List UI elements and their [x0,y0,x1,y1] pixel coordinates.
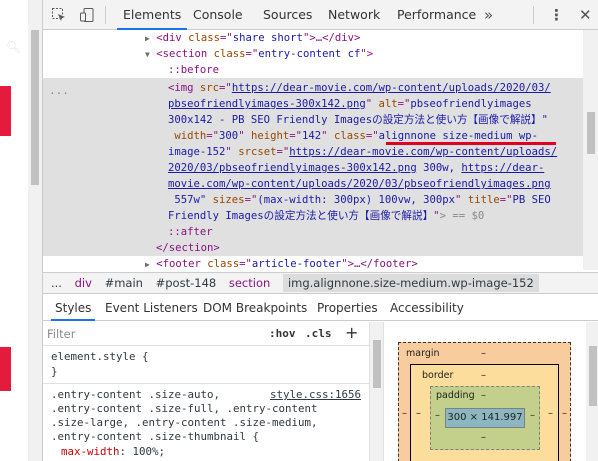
element-style-selector[interactable]: element.style { [51,350,149,364]
kebab-menu-icon[interactable]: ⋮ [549,6,564,24]
styles-filter-bar: :hov .cls + [43,322,369,346]
css-property[interactable]: max-width [61,445,120,458]
page-scrollbar[interactable] [28,0,42,461]
tree-scrollbar-thumb[interactable] [587,112,595,154]
tree-node-img-line: pbseofriendlyimages-300x142.png" alt="pb… [168,98,532,110]
tab-performance[interactable]: Performance [397,0,476,30]
css-value[interactable]: 100%; [133,445,166,458]
breadcrumb: ... div #main #post-148 section img.alig… [43,272,598,294]
border-label: border [422,370,454,381]
box-model-scrollbar[interactable] [586,322,598,461]
toolbar-divider [105,6,106,24]
tree-node-section[interactable]: ▼ <section class="entry-content cf"> [145,46,373,63]
tree-node-before[interactable]: ::before [168,62,219,78]
box-model-content[interactable]: 300 × 141.997 [445,408,525,428]
styles-filter-input[interactable] [47,325,247,343]
tab-network[interactable]: Network [328,0,380,30]
devtools-toolbar: Elements Console Sources Network Perform… [43,0,598,30]
breadcrumb-item[interactable]: ... [51,276,62,290]
padding-top-value[interactable]: – [481,390,486,401]
padding-bottom-value[interactable]: – [481,432,486,443]
inspect-cursor-icon[interactable] [51,7,67,23]
rule-selector[interactable]: .entry-content .size-auto, [51,388,220,402]
rule-source-link[interactable]: style.css:1656 [270,388,361,402]
padding-right-value[interactable]: – [530,410,535,421]
tree-node-img-line: Friendly Imagesの設定方法と使い方【画像で解説】"> == $0 [168,210,485,222]
hover-state-toggle[interactable]: :hov [269,327,296,340]
margin-label: margin [406,348,440,359]
margin-top-value[interactable]: – [481,348,486,359]
rule-selector[interactable]: .size-large, .entry-content .size-medium… [51,416,318,430]
tab-accessibility[interactable]: Accessibility [390,295,464,321]
page-red-banner [0,347,11,391]
breadcrumb-item[interactable]: div [75,276,92,290]
styles-scrollbar[interactable] [369,322,383,461]
expand-triangle-icon[interactable]: ▶ [145,34,150,43]
add-rule-icon[interactable]: + [345,323,358,342]
devtools-panel: Elements Console Sources Network Perform… [42,0,598,461]
sidebar-tabs: Styles Event Listeners DOM Breakpoints P… [43,295,598,321]
tree-node-img-line: 557w" sizes="(max-width: 300px) 100vw, 3… [168,194,551,206]
tab-sources[interactable]: Sources [263,0,312,30]
tree-node-div-share[interactable]: ▶ <div class="share short">…</div> [145,30,360,47]
tab-elements[interactable]: Elements [117,0,188,30]
margin-left-value[interactable]: – [402,408,407,419]
close-icon[interactable]: ✕ [579,6,592,24]
padding-label: padding [436,390,475,401]
more-tabs-icon[interactable]: » [484,6,493,24]
class-toggle[interactable]: .cls [305,327,332,340]
page-content-strip: 🔍︎ [0,0,28,461]
border-left-value[interactable]: – [416,408,421,419]
tree-node-img-line: 300x142 - PB SEO Friendly Imagesの設定方法と使い… [168,114,548,126]
tab-styles[interactable]: Styles [51,295,96,321]
box-model-pane: margin – – – border – – – padding – – – … [383,322,598,461]
tab-dom-breakpoints[interactable]: DOM Breakpoints [203,295,307,321]
border-right-value[interactable]: – [548,408,553,419]
elements-tree: ... ▶ <div class="share short">…</div> ▼… [43,30,598,270]
rule-divider [43,383,369,384]
breadcrumb-item[interactable]: #post-148 [156,276,217,290]
device-toggle-icon[interactable] [79,7,95,23]
rule-declaration[interactable]: max-width: 100%; [61,445,165,459]
toolbar-divider [533,6,534,24]
styles-pane: :hov .cls + element.style { } .entry-con… [43,322,369,461]
search-icon: 🔍︎ [6,40,22,54]
collapse-triangle-icon[interactable]: ▼ [145,50,150,59]
tree-node-footer[interactable]: ▶ <footer class="article-footer">…</foot… [145,256,418,270]
tab-properties[interactable]: Properties [317,295,378,321]
expand-triangle-icon[interactable]: ▶ [145,260,150,269]
breadcrumb-item[interactable]: section [229,276,270,290]
annotation-underline [386,142,556,145]
rule-selector[interactable]: .entry-content .size-thumbnail { [51,430,259,444]
styles-scrollbar-thumb[interactable] [373,340,381,388]
tree-node-img-line: movie.com/wp-content/uploads/2020/03/pbs… [168,178,551,190]
box-model-scrollbar-thumb[interactable] [589,346,597,406]
breadcrumb-item-selected[interactable]: img.alignnone.size-medium.wp-image-152 [282,274,539,292]
tree-node-img[interactable]: <img src="https://dear-movie.com/wp-cont… [168,80,551,96]
breadcrumb-item[interactable]: #main [105,276,143,290]
tab-console[interactable]: Console [193,0,243,30]
padding-left-value[interactable]: – [435,410,440,421]
tree-node-section-close[interactable]: </section> [156,240,220,256]
node-ellipsis-icon[interactable]: ... [49,83,69,99]
rule-selector[interactable]: .entry-content .size-full, .entry-conten… [51,402,318,416]
tree-node-img-line: 2020/03/pbseofriendlyimages-300x142.png … [168,162,545,174]
tree-node-after[interactable]: ::after [168,224,213,240]
border-top-value[interactable]: – [481,370,486,381]
element-style-close: } [51,365,58,378]
tab-event-listeners[interactable]: Event Listeners [105,295,198,321]
margin-right-value[interactable]: – [562,408,567,419]
page-scrollbar-thumb[interactable] [31,30,39,185]
tree-node-img-line: image-152" srcset="https://dear-movie.co… [168,146,558,158]
tree-scrollbar[interactable] [583,30,598,270]
page-red-banner [0,86,11,136]
